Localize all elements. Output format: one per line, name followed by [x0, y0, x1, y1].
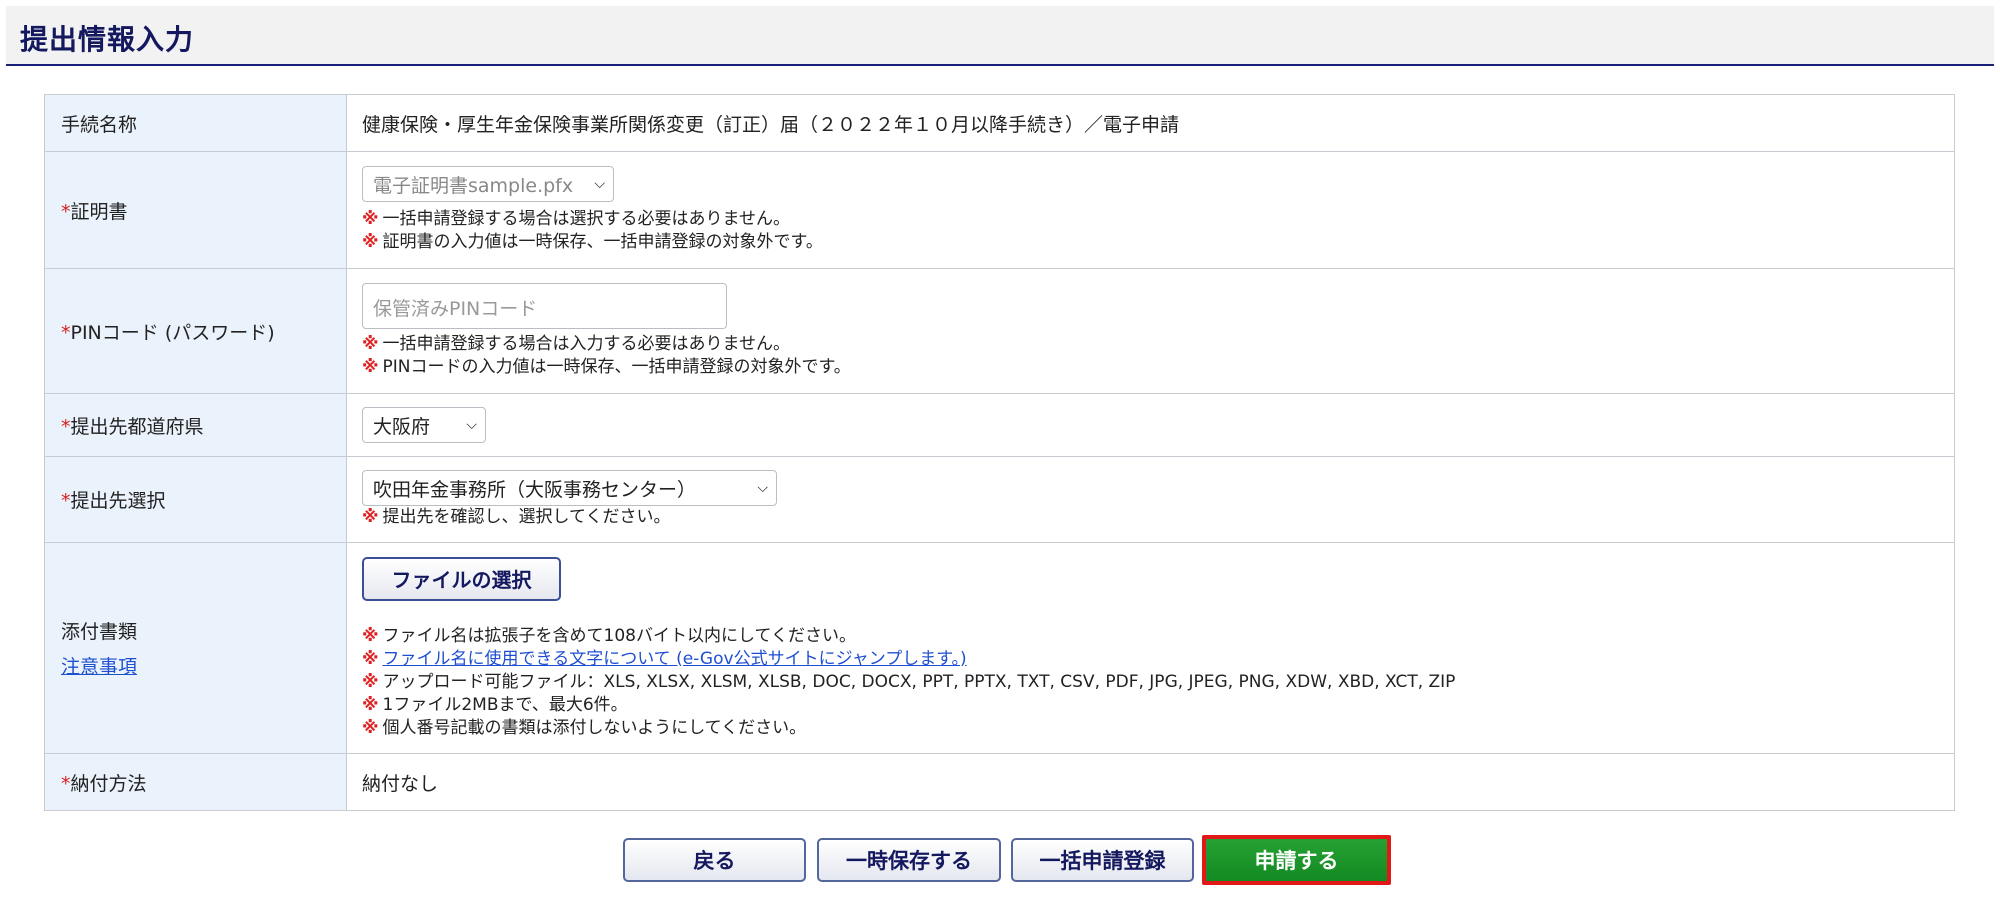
note-mark-icon: ※ — [362, 507, 379, 527]
note-line: ※ 一括申請登録する場合は入力する必要はありません。 — [362, 333, 1954, 356]
prefecture-label: 提出先都道府県 — [70, 415, 204, 438]
prefecture-select[interactable]: 大阪府 ⌵ — [362, 407, 486, 443]
row-pin: *PINコード (パスワード) 保管済みPINコード ※ 一括申請登録する場合は入… — [44, 268, 1955, 394]
destination-label-cell: *提出先選択 — [44, 456, 347, 543]
note-line: ※ 提出先を確認し、選択してください。 — [362, 506, 1954, 529]
batch-register-button[interactable]: 一括申請登録 — [1011, 838, 1194, 882]
required-mark: * — [61, 772, 71, 795]
prefecture-value-cell: 大阪府 ⌵ — [346, 393, 1955, 457]
back-button[interactable]: 戻る — [623, 838, 806, 882]
note-mark-icon: ※ — [362, 232, 379, 252]
destination-label: 提出先選択 — [70, 490, 166, 512]
note-mark-icon: ※ — [362, 334, 379, 354]
payment-label-cell: *納付方法 — [44, 753, 347, 811]
attachments-note-4: 1ファイル2MBまで、最大6件。 — [382, 694, 628, 715]
destination-notes: ※ 提出先を確認し、選択してください。 — [362, 506, 1954, 529]
attachments-note-3: アップロード可能ファイル：XLS, XLSX, XLSM, XLSB, DOC,… — [382, 671, 1456, 692]
attachments-notes: ※ ファイル名は拡張子を含めて108バイト以内にしてください。 ※ ファイル名に使用… — [362, 625, 1954, 740]
pin-note-2: PINコードの入力値は一時保存、一括申請登録の対象外です。 — [382, 357, 851, 377]
payment-value-cell: 納付なし — [346, 753, 1955, 811]
submit-application-button[interactable]: 申請する — [1202, 835, 1391, 885]
certificate-note-2: 証明書の入力値は一時保存、一括申請登録の対象外です。 — [382, 232, 823, 252]
page: 提出情報入力 手続名称 健康保険・厚生年金保険事業所関係変更（訂正）届（２０２２… — [0, 0, 2000, 922]
note-mark-icon: ※ — [362, 625, 379, 646]
procedure-name: 健康保険・厚生年金保険事業所関係変更（訂正）届（２０２２年１０月以降手続き）／電… — [362, 113, 1180, 136]
page-header: 提出情報入力 — [6, 6, 1994, 66]
row-prefecture: *提出先都道府県 大阪府 ⌵ — [44, 393, 1955, 457]
action-buttons: 戻る 一時保存する 一括申請登録 申請する — [0, 835, 2000, 886]
certificate-label-cell: *証明書 — [44, 151, 347, 269]
note-mark-icon: ※ — [362, 648, 379, 669]
destination-value-cell: 吹田年金事務所（大阪事務センター） ⌵ ※ 提出先を確認し、選択してください。 — [346, 456, 1955, 543]
pin-value-cell: 保管済みPINコード ※ 一括申請登録する場合は入力する必要はありません。 ※ PI… — [346, 268, 1955, 394]
chevron-down-icon: ⌵ — [594, 176, 605, 192]
required-mark: * — [61, 321, 71, 344]
pin-notes: ※ 一括申請登録する場合は入力する必要はありません。 ※ PINコードの入力値は一時… — [362, 333, 1954, 379]
save-temporarily-button[interactable]: 一時保存する — [817, 838, 1001, 882]
attachments-label: 添付書類 — [61, 621, 138, 643]
attachments-value-cell: ファイルの選択 ※ ファイル名は拡張子を含めて108バイト以内にしてください。 ※… — [346, 542, 1955, 754]
note-mark-icon: ※ — [362, 717, 379, 738]
destination-note-1: 提出先を確認し、選択してください。 — [382, 507, 671, 527]
attachments-note-5: 個人番号記載の書類は添付しないようにしてください。 — [382, 717, 807, 738]
row-payment: *納付方法 納付なし — [44, 753, 1955, 811]
note-mark-icon: ※ — [362, 694, 379, 715]
destination-select[interactable]: 吹田年金事務所（大阪事務センター） ⌵ — [362, 470, 777, 506]
choose-file-button[interactable]: ファイルの選択 — [362, 556, 561, 601]
certificate-label: 証明書 — [70, 200, 128, 223]
certificate-value-cell: 電子証明書sample.pfx ⌵ ※ 一括申請登録する場合は選択する必要はありま… — [346, 151, 1955, 269]
page-title: 提出情報入力 — [20, 23, 195, 56]
pin-label-cell: *PINコード (パスワード) — [44, 268, 347, 394]
cautions-link[interactable]: 注意事項 — [61, 656, 137, 678]
certificate-notes: ※ 一括申請登録する場合は選択する必要はありません。 ※ 証明書の入力値は一時保存、… — [362, 208, 1954, 254]
chevron-down-icon: ⌵ — [466, 417, 477, 433]
note-line: ※ ファイル名は拡張子を含めて108バイト以内にしてください。 — [362, 625, 1954, 648]
pin-note-1: 一括申請登録する場合は入力する必要はありません。 — [382, 334, 791, 354]
pin-label: PINコード (パスワード) — [70, 321, 275, 344]
note-line: ※ 1ファイル2MBまで、最大6件。 — [362, 694, 1954, 717]
note-line: ※ 個人番号記載の書類は添付しないようにしてください。 — [362, 717, 1954, 740]
prefecture-label-cell: *提出先都道府県 — [44, 393, 347, 457]
note-line: ※ 一括申請登録する場合は選択する必要はありません。 — [362, 208, 1954, 231]
note-line: ※ 証明書の入力値は一時保存、一括申請登録の対象外です。 — [362, 231, 1954, 254]
required-mark: * — [61, 200, 71, 223]
pin-input[interactable]: 保管済みPINコード — [362, 283, 727, 329]
certificate-note-1: 一括申請登録する場合は選択する必要はありません。 — [382, 209, 791, 229]
destination-selected: 吹田年金事務所（大阪事務センター） — [373, 478, 697, 501]
attachments-label-cell: 添付書類 注意事項 — [44, 542, 347, 754]
row-attachments: 添付書類 注意事項 ファイルの選択 ※ ファイル名は拡張子を含めて108バイト以内… — [44, 542, 1955, 754]
note-mark-icon: ※ — [362, 671, 379, 692]
payment-method-value: 納付なし — [362, 772, 439, 795]
row-certificate: *証明書 電子証明書sample.pfx ⌵ ※ 一括申請登録する場合は選択する必… — [44, 151, 1955, 269]
note-line: ※ PINコードの入力値は一時保存、一括申請登録の対象外です。 — [362, 356, 1954, 379]
pin-placeholder: 保管済みPINコード — [373, 298, 538, 320]
row-destination: *提出先選択 吹田年金事務所（大阪事務センター） ⌵ ※ 提出先を確認し、選択して… — [44, 456, 1955, 543]
payment-label: 納付方法 — [70, 772, 147, 795]
certificate-selected: 電子証明書sample.pfx — [373, 174, 574, 197]
chevron-down-icon: ⌵ — [757, 480, 768, 496]
filename-chars-link[interactable]: ファイル名に使用できる文字について (e-Gov公式サイトにジャンプします。) — [383, 649, 967, 669]
note-line: ※ ファイル名に使用できる文字について (e-Gov公式サイトにジャンプします。) — [362, 648, 1954, 671]
row-procedure: 手続名称 健康保険・厚生年金保険事業所関係変更（訂正）届（２０２２年１０月以降手… — [44, 94, 1955, 152]
note-mark-icon: ※ — [362, 209, 379, 229]
certificate-select[interactable]: 電子証明書sample.pfx ⌵ — [362, 166, 614, 202]
prefecture-selected: 大阪府 — [373, 415, 431, 438]
procedure-label-cell: 手続名称 — [44, 94, 347, 152]
note-mark-icon: ※ — [362, 357, 379, 377]
required-mark: * — [61, 415, 71, 438]
note-line: ※ アップロード可能ファイル：XLS, XLSX, XLSM, XLSB, DOC… — [362, 671, 1954, 694]
submission-form-table: 手続名称 健康保険・厚生年金保険事業所関係変更（訂正）届（２０２２年１０月以降手… — [44, 94, 1955, 811]
attachments-note-1: ファイル名は拡張子を含めて108バイト以内にしてください。 — [382, 625, 856, 646]
required-mark: * — [61, 490, 71, 512]
procedure-value-cell: 健康保険・厚生年金保険事業所関係変更（訂正）届（２０２２年１０月以降手続き）／電… — [346, 94, 1955, 152]
procedure-label: 手続名称 — [61, 113, 138, 136]
